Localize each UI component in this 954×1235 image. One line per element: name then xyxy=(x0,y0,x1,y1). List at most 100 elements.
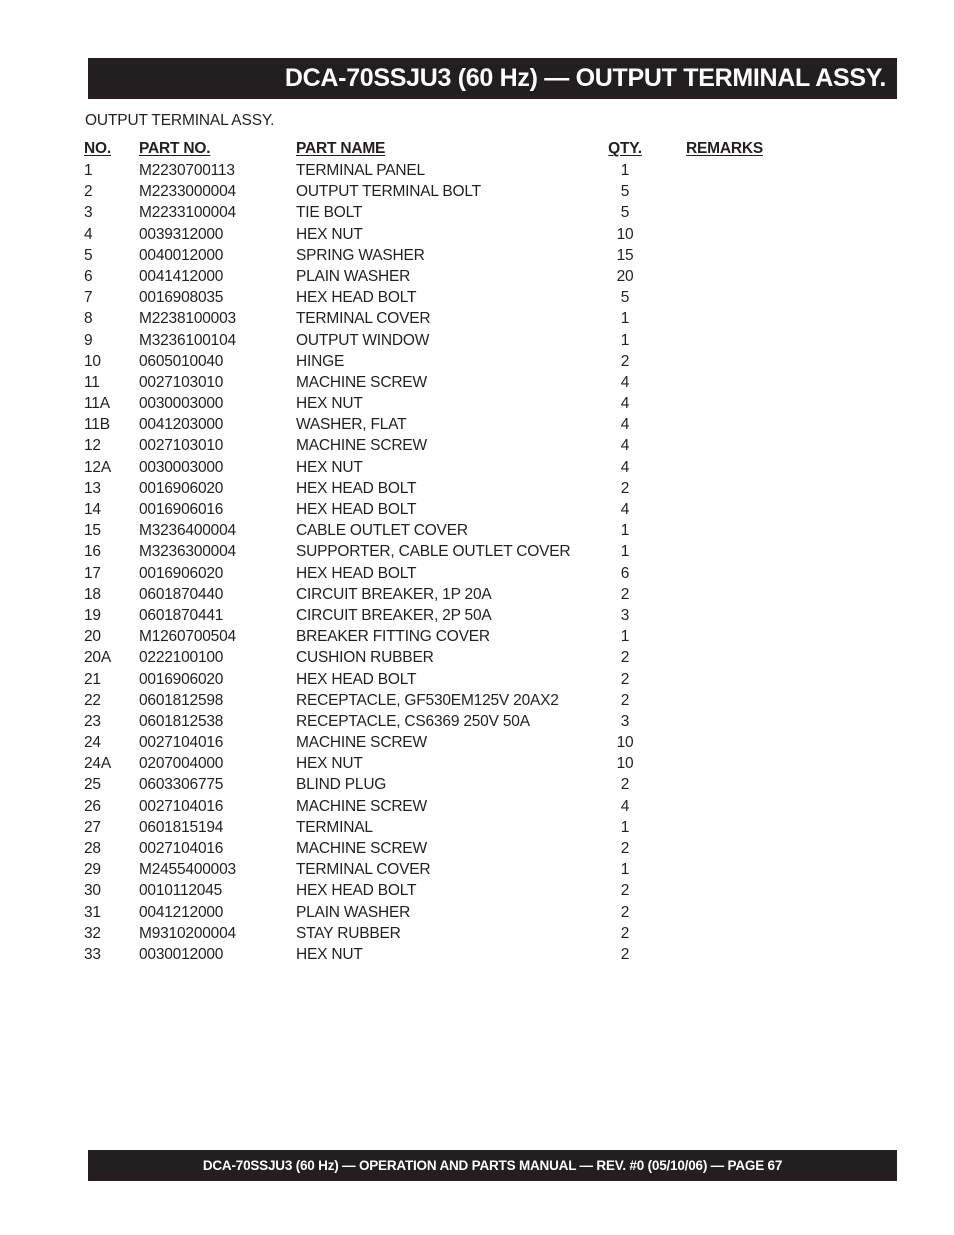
cell-part-no: M2238100003 xyxy=(139,310,236,328)
cell-part-name: HEX HEAD BOLT xyxy=(296,882,417,900)
cell-no: 19 xyxy=(84,606,101,624)
cell-qty: 10 xyxy=(616,225,634,243)
cell-part-name: TIE BOLT xyxy=(296,204,363,222)
cell-no: 15 xyxy=(84,522,101,540)
cell-qty: 15 xyxy=(616,246,634,264)
cell-part-name: CIRCUIT BREAKER, 2P 50A xyxy=(296,606,492,624)
cell-no: 4 xyxy=(84,225,93,243)
cell-no: 11B xyxy=(84,416,110,434)
table-header-row: NO. PART NO. PART NAME QTY. REMARKS xyxy=(0,139,954,161)
table-row: 2 M2233000004 OUTPUT TERMINAL BOLT 5 xyxy=(0,182,954,203)
cell-no: 11 xyxy=(84,373,100,391)
table-row: 11A 0030003000 HEX NUT 4 xyxy=(0,394,954,415)
cell-part-name: HINGE xyxy=(296,352,345,370)
cell-part-name: TERMINAL COVER xyxy=(296,310,431,328)
cell-part-name: HEX NUT xyxy=(296,755,363,773)
table-row: 6 0041412000 PLAIN WASHER 20 xyxy=(0,267,954,288)
table-row: 10 0605010040 HINGE 2 xyxy=(0,352,954,373)
table-row: 18 0601870440 CIRCUIT BREAKER, 1P 20A 2 xyxy=(0,585,954,606)
cell-part-no: M3236300004 xyxy=(139,543,236,561)
cell-part-name: HEX NUT xyxy=(296,945,363,963)
cell-part-no: 0039312000 xyxy=(139,225,224,243)
cell-part-name: BREAKER FITTING COVER xyxy=(296,628,490,646)
cell-part-name: MACHINE SCREW xyxy=(296,797,427,815)
table-row: 9 M3236100104 OUTPUT WINDOW 1 xyxy=(0,331,954,352)
cell-no: 17 xyxy=(84,564,101,582)
cell-qty: 2 xyxy=(620,882,630,900)
cell-part-no: M3236100104 xyxy=(139,331,236,349)
cell-no: 18 xyxy=(84,585,101,603)
cell-no: 2 xyxy=(84,183,93,201)
table-row: 17 0016906020 HEX HEAD BOLT 6 xyxy=(0,564,954,585)
column-header-remarks: REMARKS xyxy=(686,140,763,157)
parts-manual-page: DCA-70SSJU3 (60 Hz) — OUTPUT TERMINAL AS… xyxy=(0,0,954,1235)
cell-no: 23 xyxy=(84,712,101,730)
cell-no: 9 xyxy=(84,331,93,349)
cell-qty: 5 xyxy=(620,204,630,222)
cell-part-name: HEX HEAD BOLT xyxy=(296,501,417,518)
cell-part-name: MACHINE SCREW xyxy=(296,373,427,391)
cell-no: 10 xyxy=(84,352,101,370)
table-row: 29 M2455400003 TERMINAL COVER 1 xyxy=(0,860,954,881)
table-row: 23 0601812538 RECEPTACLE, CS6369 250V 50A 3 xyxy=(0,712,954,733)
cell-qty: 2 xyxy=(620,670,630,688)
cell-no: 25 xyxy=(84,776,101,794)
table-row: 12 0027103010 MACHINE SCREW 4 xyxy=(0,436,954,457)
cell-no: 16 xyxy=(84,543,101,561)
cell-qty: 5 xyxy=(620,289,630,307)
cell-part-name: OUTPUT TERMINAL BOLT xyxy=(296,183,481,201)
cell-qty: 1 xyxy=(620,522,630,540)
cell-part-name: CIRCUIT BREAKER, 1P 20A xyxy=(296,585,492,603)
cell-qty: 4 xyxy=(620,395,630,413)
cell-part-name: HEX HEAD BOLT xyxy=(296,289,417,307)
table-row: 19 0601870441 CIRCUIT BREAKER, 2P 50A 3 xyxy=(0,606,954,627)
cell-part-no: 0027104016 xyxy=(139,797,224,815)
cell-part-no: 0027103010 xyxy=(139,437,224,455)
table-row: 32 M9310200004 STAY RUBBER 2 xyxy=(0,924,954,945)
cell-part-no: M2233000004 xyxy=(139,183,236,201)
cell-qty: 2 xyxy=(620,945,630,963)
cell-part-no: 0016908035 xyxy=(139,289,224,307)
table-row: 31 0041212000 PLAIN WASHER 2 xyxy=(0,903,954,924)
cell-part-no: 0010112045 xyxy=(139,882,223,900)
table-row: 4 0039312000 HEX NUT 10 xyxy=(0,225,954,246)
cell-part-no: 0222100100 xyxy=(139,649,224,667)
cell-qty: 2 xyxy=(620,352,630,370)
footer-text: DCA-70SSJU3 (60 Hz) — OPERATION AND PART… xyxy=(202,1158,783,1173)
cell-part-name: PLAIN WASHER xyxy=(296,903,411,921)
table-row: 24 0027104016 MACHINE SCREW 10 xyxy=(0,733,954,754)
cell-qty: 3 xyxy=(620,606,630,624)
cell-part-no: 0603306775 xyxy=(139,776,224,794)
cell-part-no: 0030003000 xyxy=(139,458,224,476)
table-row: 11B 0041203000 WASHER, FLAT 4 xyxy=(0,415,954,436)
cell-part-no: 0030003000 xyxy=(139,395,224,413)
cell-no: 7 xyxy=(84,289,93,307)
column-header-qty: QTY. xyxy=(608,140,642,157)
cell-part-name: OUTPUT WINDOW xyxy=(296,331,430,349)
cell-part-no: 0207004000 xyxy=(139,755,224,773)
cell-part-no: M3236400004 xyxy=(139,522,236,540)
cell-part-no: M2455400003 xyxy=(139,861,236,879)
column-header-part-no: PART NO. xyxy=(139,140,211,157)
column-header-no: NO. xyxy=(84,140,111,157)
cell-part-name: SPRING WASHER xyxy=(296,246,425,264)
table-row: 27 0601815194 TERMINAL 1 xyxy=(0,818,954,839)
cell-no: 11A xyxy=(84,395,110,413)
table-row: 5 0040012000 SPRING WASHER 15 xyxy=(0,246,954,267)
cell-qty: 10 xyxy=(616,755,634,773)
cell-no: 20 xyxy=(84,628,101,646)
cell-qty: 1 xyxy=(620,543,630,561)
table-row: 24A 0207004000 HEX NUT 10 xyxy=(0,754,954,775)
cell-no: 3 xyxy=(84,204,93,222)
cell-part-name: HEX HEAD BOLT xyxy=(296,479,417,497)
cell-no: 29 xyxy=(84,861,101,879)
cell-part-name: HEX NUT xyxy=(296,225,363,243)
table-row: 7 0016908035 HEX HEAD BOLT 5 xyxy=(0,288,954,309)
cell-qty: 1 xyxy=(620,818,630,836)
cell-part-no: 0027104016 xyxy=(139,840,224,857)
table-row: 15 M3236400004 CABLE OUTLET COVER 1 xyxy=(0,521,954,542)
cell-no: 31 xyxy=(84,903,101,921)
cell-qty: 2 xyxy=(620,649,630,667)
cell-no: 20A xyxy=(84,649,111,667)
cell-qty: 1 xyxy=(620,628,630,646)
